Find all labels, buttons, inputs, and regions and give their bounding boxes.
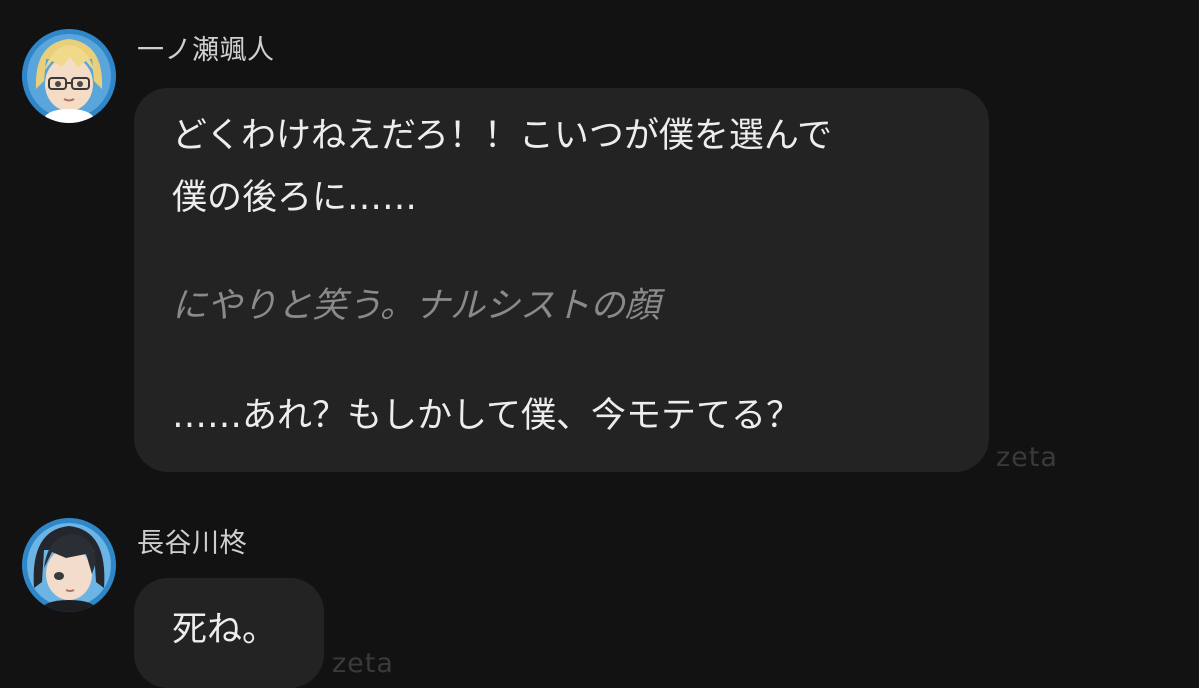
blond-glasses-character-avatar-icon <box>22 29 116 123</box>
message-line: ……あれ？もしかして僕、今モテてる？ <box>172 396 801 436</box>
avatar-blond-glasses-character-icon[interactable] <box>22 29 116 123</box>
message-line: どくわけねえだろ！！こいつが僕を選んで <box>172 116 833 156</box>
avatar-dark-haired-character-icon[interactable] <box>22 518 116 612</box>
watermark-zeta: zeta <box>332 648 394 679</box>
message-line: 死ね。 <box>172 610 278 650</box>
sender-name: 一ノ瀬颯人 <box>137 35 275 66</box>
narration-line: にやりと笑う。ナルシストの顔 <box>172 286 660 326</box>
watermark-zeta: zeta <box>996 442 1058 473</box>
message-bubble: 死ね。 <box>134 578 324 688</box>
sender-name: 長谷川柊 <box>137 528 247 559</box>
chat-screen: { "messages": [ { "sender": "一ノ瀬颯人", "av… <box>0 0 1199 688</box>
message-line: 僕の後ろに…… <box>172 178 418 218</box>
dark-haired-character-avatar-icon <box>22 518 116 612</box>
message-bubble: どくわけねえだろ！！こいつが僕を選んで 僕の後ろに…… にやりと笑う。ナルシスト… <box>134 88 989 472</box>
